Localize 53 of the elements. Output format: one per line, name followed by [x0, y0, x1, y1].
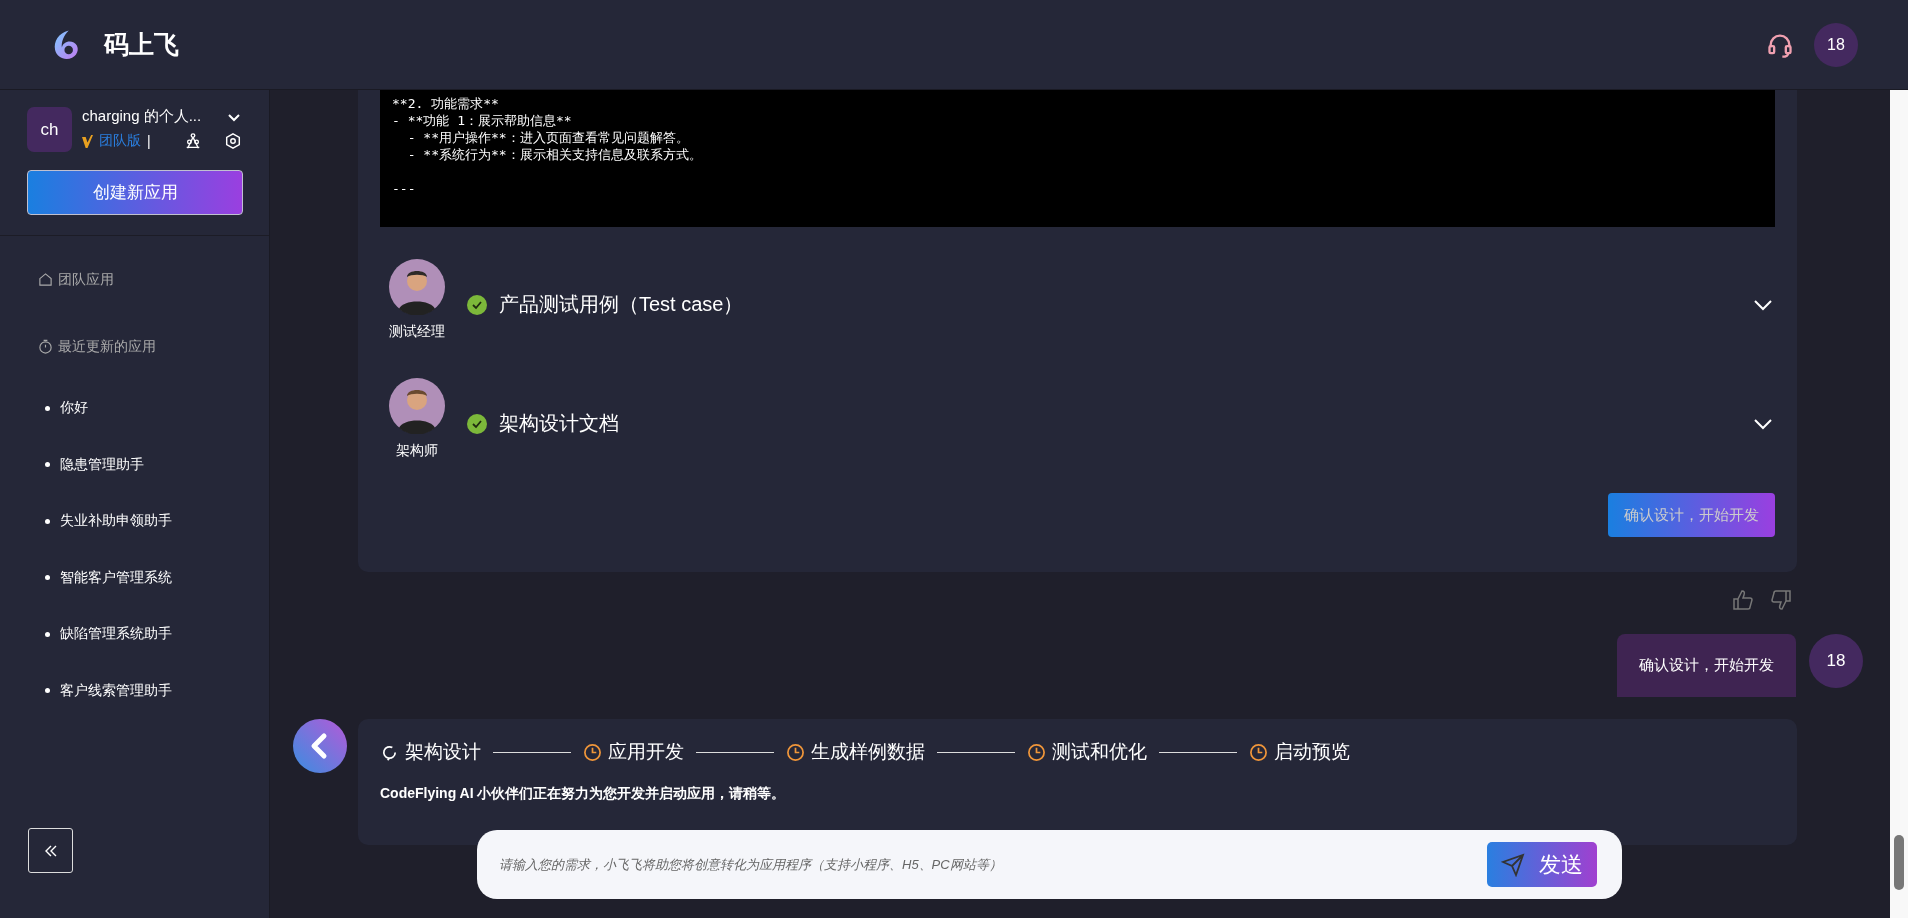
prompt-field[interactable]: 请输入您的需求，小飞飞将助您将创意转化为应用程序（支持小程序、H5、PC网站等） 发送 [477, 830, 1622, 899]
separator-mark: | [147, 133, 151, 149]
role-label: 测试经理 [389, 322, 445, 341]
workspace-name[interactable]: charging 的个人... [82, 107, 202, 126]
bullet-dot [45, 688, 50, 694]
document-title[interactable]: 产品测试用例（Test case） [499, 291, 744, 318]
app-list-item[interactable]: 缺陷管理系统助手 [60, 625, 172, 644]
person-avatar [389, 377, 445, 434]
section-label[interactable]: 团队应用 [58, 270, 114, 289]
step-label: 应用开发 [608, 740, 684, 764]
send-icon [1501, 852, 1525, 877]
app-list-item[interactable]: 隐患管理助手 [60, 455, 144, 474]
edition-label: 团队版 [99, 132, 141, 150]
code-line: **2. 功能需求** [392, 95, 500, 112]
team-icon[interactable] [184, 132, 202, 150]
user-avatar[interactable]: 18 [1814, 22, 1858, 67]
thumbs-down-icon[interactable] [1769, 588, 1793, 612]
app-list-item[interactable]: 客户线索管理助手 [60, 681, 172, 700]
send-button[interactable]: 发送 [1487, 842, 1597, 887]
bot-avatar [293, 719, 347, 773]
role-label: 架构师 [396, 441, 438, 460]
document-title[interactable]: 架构设计文档 [499, 410, 619, 437]
code-line: - **用户操作**：进入页面查看常见问题解答。 [406, 129, 690, 146]
v-badge-icon [82, 134, 93, 148]
scrollbar[interactable] [1890, 90, 1908, 918]
user-avatar: 18 [1809, 634, 1863, 688]
code-line: - **系统行为**：展示相关支持信息及联系方式。 [406, 146, 703, 163]
home-icon [38, 272, 53, 287]
thumbs-up-icon[interactable] [1731, 588, 1755, 612]
step-label: 测试和优化 [1052, 740, 1147, 764]
app-list-item[interactable]: 你好 [60, 399, 88, 418]
create-app-button[interactable]: 创建新应用 [27, 170, 243, 215]
status-message: CodeFlying AI 小伙伴们正在努力为您开发并启动应用，请稍等。 [380, 785, 787, 803]
bullet-dot [45, 518, 50, 524]
app-list-item[interactable]: 智能客户管理系统 [60, 568, 172, 587]
bullet-dot [45, 405, 50, 411]
section-label[interactable]: 最近更新的应用 [58, 337, 156, 356]
step-label: 架构设计 [405, 740, 481, 764]
bullet-dot [45, 575, 50, 581]
timer-icon [38, 339, 53, 354]
bullet-dot [45, 631, 50, 637]
workspace-avatar: ch [27, 107, 72, 152]
collapse-button[interactable] [28, 828, 73, 873]
bullet-dot [45, 462, 50, 468]
step-label: 启动预览 [1274, 740, 1350, 764]
settings-icon[interactable] [224, 132, 242, 150]
user-message: 确认设计，开始开发 [1617, 634, 1796, 697]
person-avatar [389, 258, 445, 315]
code-line: --- [392, 180, 417, 197]
step-label: 生成样例数据 [811, 740, 925, 764]
app-list-item[interactable]: 失业补助申领助手 [60, 512, 172, 531]
app-title: 码上飞 [104, 29, 179, 60]
code-line: - **功能 1：展示帮助信息** [392, 112, 573, 129]
